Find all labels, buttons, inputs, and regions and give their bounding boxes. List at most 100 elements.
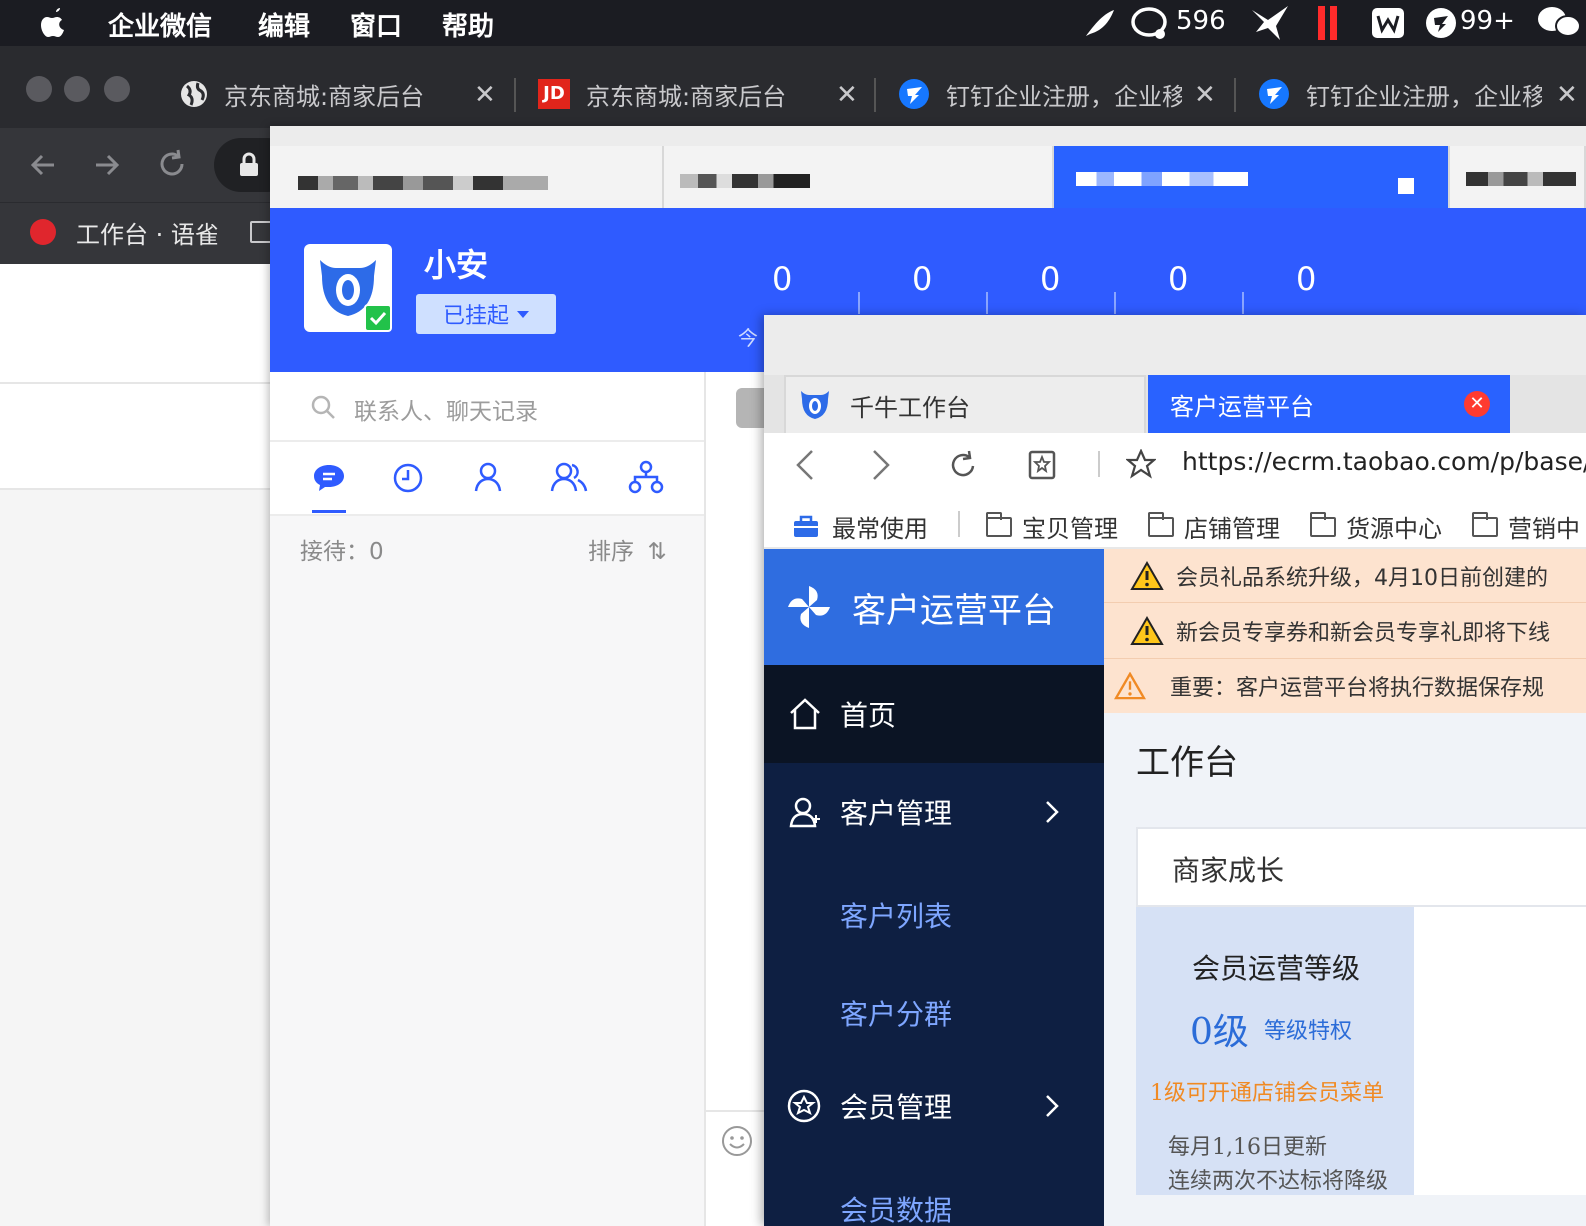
apple-icon[interactable] xyxy=(40,6,70,40)
search-input[interactable]: 联系人、聊天记录 xyxy=(354,392,538,426)
search-box[interactable]: 联系人、聊天记录 xyxy=(270,372,704,442)
back-icon[interactable] xyxy=(28,150,58,180)
folder-icon xyxy=(1472,511,1498,537)
menu-customer-label: 客户管理 xyxy=(840,797,953,830)
menu-customer[interactable]: 客户管理 xyxy=(764,763,1104,861)
menu-edit[interactable]: 编辑 xyxy=(258,6,310,43)
expand-icon[interactable] xyxy=(1398,178,1414,194)
online-check-icon xyxy=(364,304,392,332)
chrome-tab-title: 钉钉企业注册，企业移 xyxy=(946,82,1182,111)
chat-icon[interactable] xyxy=(312,462,346,494)
swallow-icon[interactable] xyxy=(1250,4,1290,42)
dingtalk-icon xyxy=(899,79,929,109)
tab-close-icon[interactable]: ✕ xyxy=(836,80,858,110)
contact-tab-active[interactable] xyxy=(1054,146,1450,208)
menu-app-name[interactable]: 企业微信 xyxy=(108,6,212,43)
menu-home[interactable]: 首页 xyxy=(764,665,1104,763)
forward-icon[interactable] xyxy=(870,449,892,481)
menu-home-label: 首页 xyxy=(840,699,897,732)
globe-icon xyxy=(181,81,207,107)
menu-member-data[interactable]: 会员数据 xyxy=(840,1189,952,1226)
menu-customer-group[interactable]: 客户分群 xyxy=(840,993,952,1033)
close-window-button[interactable] xyxy=(26,76,52,102)
stat-divider xyxy=(1242,292,1244,314)
contact-icon[interactable] xyxy=(472,460,504,494)
divider xyxy=(1098,451,1100,477)
reception-label-text: 接待： xyxy=(300,539,369,565)
bookmark-most-used[interactable]: 最常使用 xyxy=(792,509,928,544)
tab-close-icon[interactable]: ✕ xyxy=(474,80,496,110)
notice-text: 新会员专享券和新会员专享礼即将下线 xyxy=(1176,620,1551,646)
panel-tabs xyxy=(270,442,704,516)
url-field[interactable]: https://ecrm.taobao.com/p/base/h xyxy=(1182,447,1586,476)
redacted-text xyxy=(1466,172,1576,186)
chrome-tab[interactable]: 京东商城:商家后台 ✕ xyxy=(178,68,516,120)
update-note: 每月1,16日更新 xyxy=(1168,1135,1327,1160)
card-title: 商家成长 xyxy=(1172,854,1285,887)
tab-separator xyxy=(514,78,516,112)
downgrade-note: 连续两次不达标将降级 xyxy=(1168,1169,1389,1194)
reload-icon[interactable] xyxy=(948,449,978,481)
qianniu-titlebar xyxy=(270,126,1586,146)
stat-divider xyxy=(986,292,988,314)
pinwheel-logo-icon xyxy=(788,586,830,628)
bookmark-label: 营销中 xyxy=(1508,515,1580,543)
menu-help[interactable]: 帮助 xyxy=(442,6,494,43)
stat-divider xyxy=(858,292,860,314)
dingtalk-status-icon[interactable] xyxy=(1424,6,1458,40)
wechat-icon[interactable] xyxy=(1536,4,1586,40)
wps-icon[interactable] xyxy=(1370,6,1406,40)
folder-icon[interactable] xyxy=(250,221,272,243)
level-hint: 1级可开通店铺会员菜单 xyxy=(1150,1081,1384,1106)
forward-icon[interactable] xyxy=(92,150,122,180)
zoom-window-button[interactable] xyxy=(104,76,130,102)
chrome-tab[interactable]: JD 京东商城:商家后台 ✕ xyxy=(538,68,876,120)
status-dropdown[interactable]: 已挂起 xyxy=(416,294,556,334)
dingtalk-icon xyxy=(1259,79,1289,109)
sort-button[interactable]: 排序 ⇅ xyxy=(588,532,667,566)
bookmark-page-icon[interactable] xyxy=(1028,449,1056,481)
menu-window[interactable]: 窗口 xyxy=(350,6,402,43)
tab-qianniu-workbench[interactable]: 千牛工作台 xyxy=(784,375,1146,433)
parallels-icon[interactable] xyxy=(1316,4,1340,42)
bookmark-folder[interactable]: 宝贝管理 xyxy=(986,509,1118,544)
privilege-link[interactable]: 等级特权 xyxy=(1264,1013,1352,1045)
notice-banner[interactable]: 会员礼品系统升级，4月10日前创建的 xyxy=(1104,549,1586,603)
star-icon[interactable] xyxy=(1126,449,1156,479)
tab-close-icon[interactable]: ✕ xyxy=(1194,80,1216,110)
chrome-tab[interactable]: 钉钉企业注册，企业移 ✕ xyxy=(898,68,1236,120)
bookmark-folder[interactable]: 营销中 xyxy=(1472,509,1580,544)
tab-close-icon[interactable]: ✕ xyxy=(1556,80,1578,110)
org-structure-icon[interactable] xyxy=(628,460,664,494)
notice-banner[interactable]: 新会员专享券和新会员专享礼即将下线 xyxy=(1104,603,1586,659)
tab-close-icon[interactable]: ✕ xyxy=(1464,391,1490,417)
chrome-tab[interactable]: 钉钉企业注册，企业移 ✕ xyxy=(1258,68,1586,120)
bookmark-folder[interactable]: 货源中心 xyxy=(1310,509,1442,544)
clock-icon[interactable] xyxy=(392,462,424,494)
reload-icon[interactable] xyxy=(156,148,188,180)
emoji-icon[interactable] xyxy=(720,1124,754,1158)
notice-banner[interactable]: 重要：客户运营平台将执行数据保存规 xyxy=(1104,659,1586,713)
tab-separator xyxy=(1234,78,1236,112)
bookmark-folder[interactable]: 店铺管理 xyxy=(1148,509,1280,544)
back-icon[interactable] xyxy=(794,449,816,481)
menu-member[interactable]: 会员管理 xyxy=(764,1057,1104,1155)
contact-tab[interactable] xyxy=(1450,146,1586,208)
bookmark-yuque[interactable]: 工作台 · 语雀 xyxy=(76,215,219,250)
chat-bubble-icon[interactable] xyxy=(1130,6,1172,42)
platform-window: 千牛工作台 客户运营平台 ✕ https://ecrm.taobao.com/p… xyxy=(764,315,1586,1226)
tab-customer-platform[interactable]: 客户运营平台 ✕ xyxy=(1148,375,1510,433)
menu-customer-list[interactable]: 客户列表 xyxy=(840,895,952,935)
avatar[interactable] xyxy=(304,244,392,332)
warning-icon xyxy=(1130,560,1164,590)
tab-label: 客户运营平台 xyxy=(1170,392,1314,421)
status-count: 596 xyxy=(1176,6,1226,36)
feather-icon[interactable] xyxy=(1082,6,1118,40)
stat-value: 0 xyxy=(772,260,793,298)
group-icon[interactable] xyxy=(550,460,588,494)
minimize-window-button[interactable] xyxy=(64,76,90,102)
contact-tab[interactable] xyxy=(270,146,664,208)
qianniu-chat-area xyxy=(706,372,766,1226)
contact-tab[interactable] xyxy=(664,146,1054,208)
lock-icon xyxy=(240,152,258,176)
